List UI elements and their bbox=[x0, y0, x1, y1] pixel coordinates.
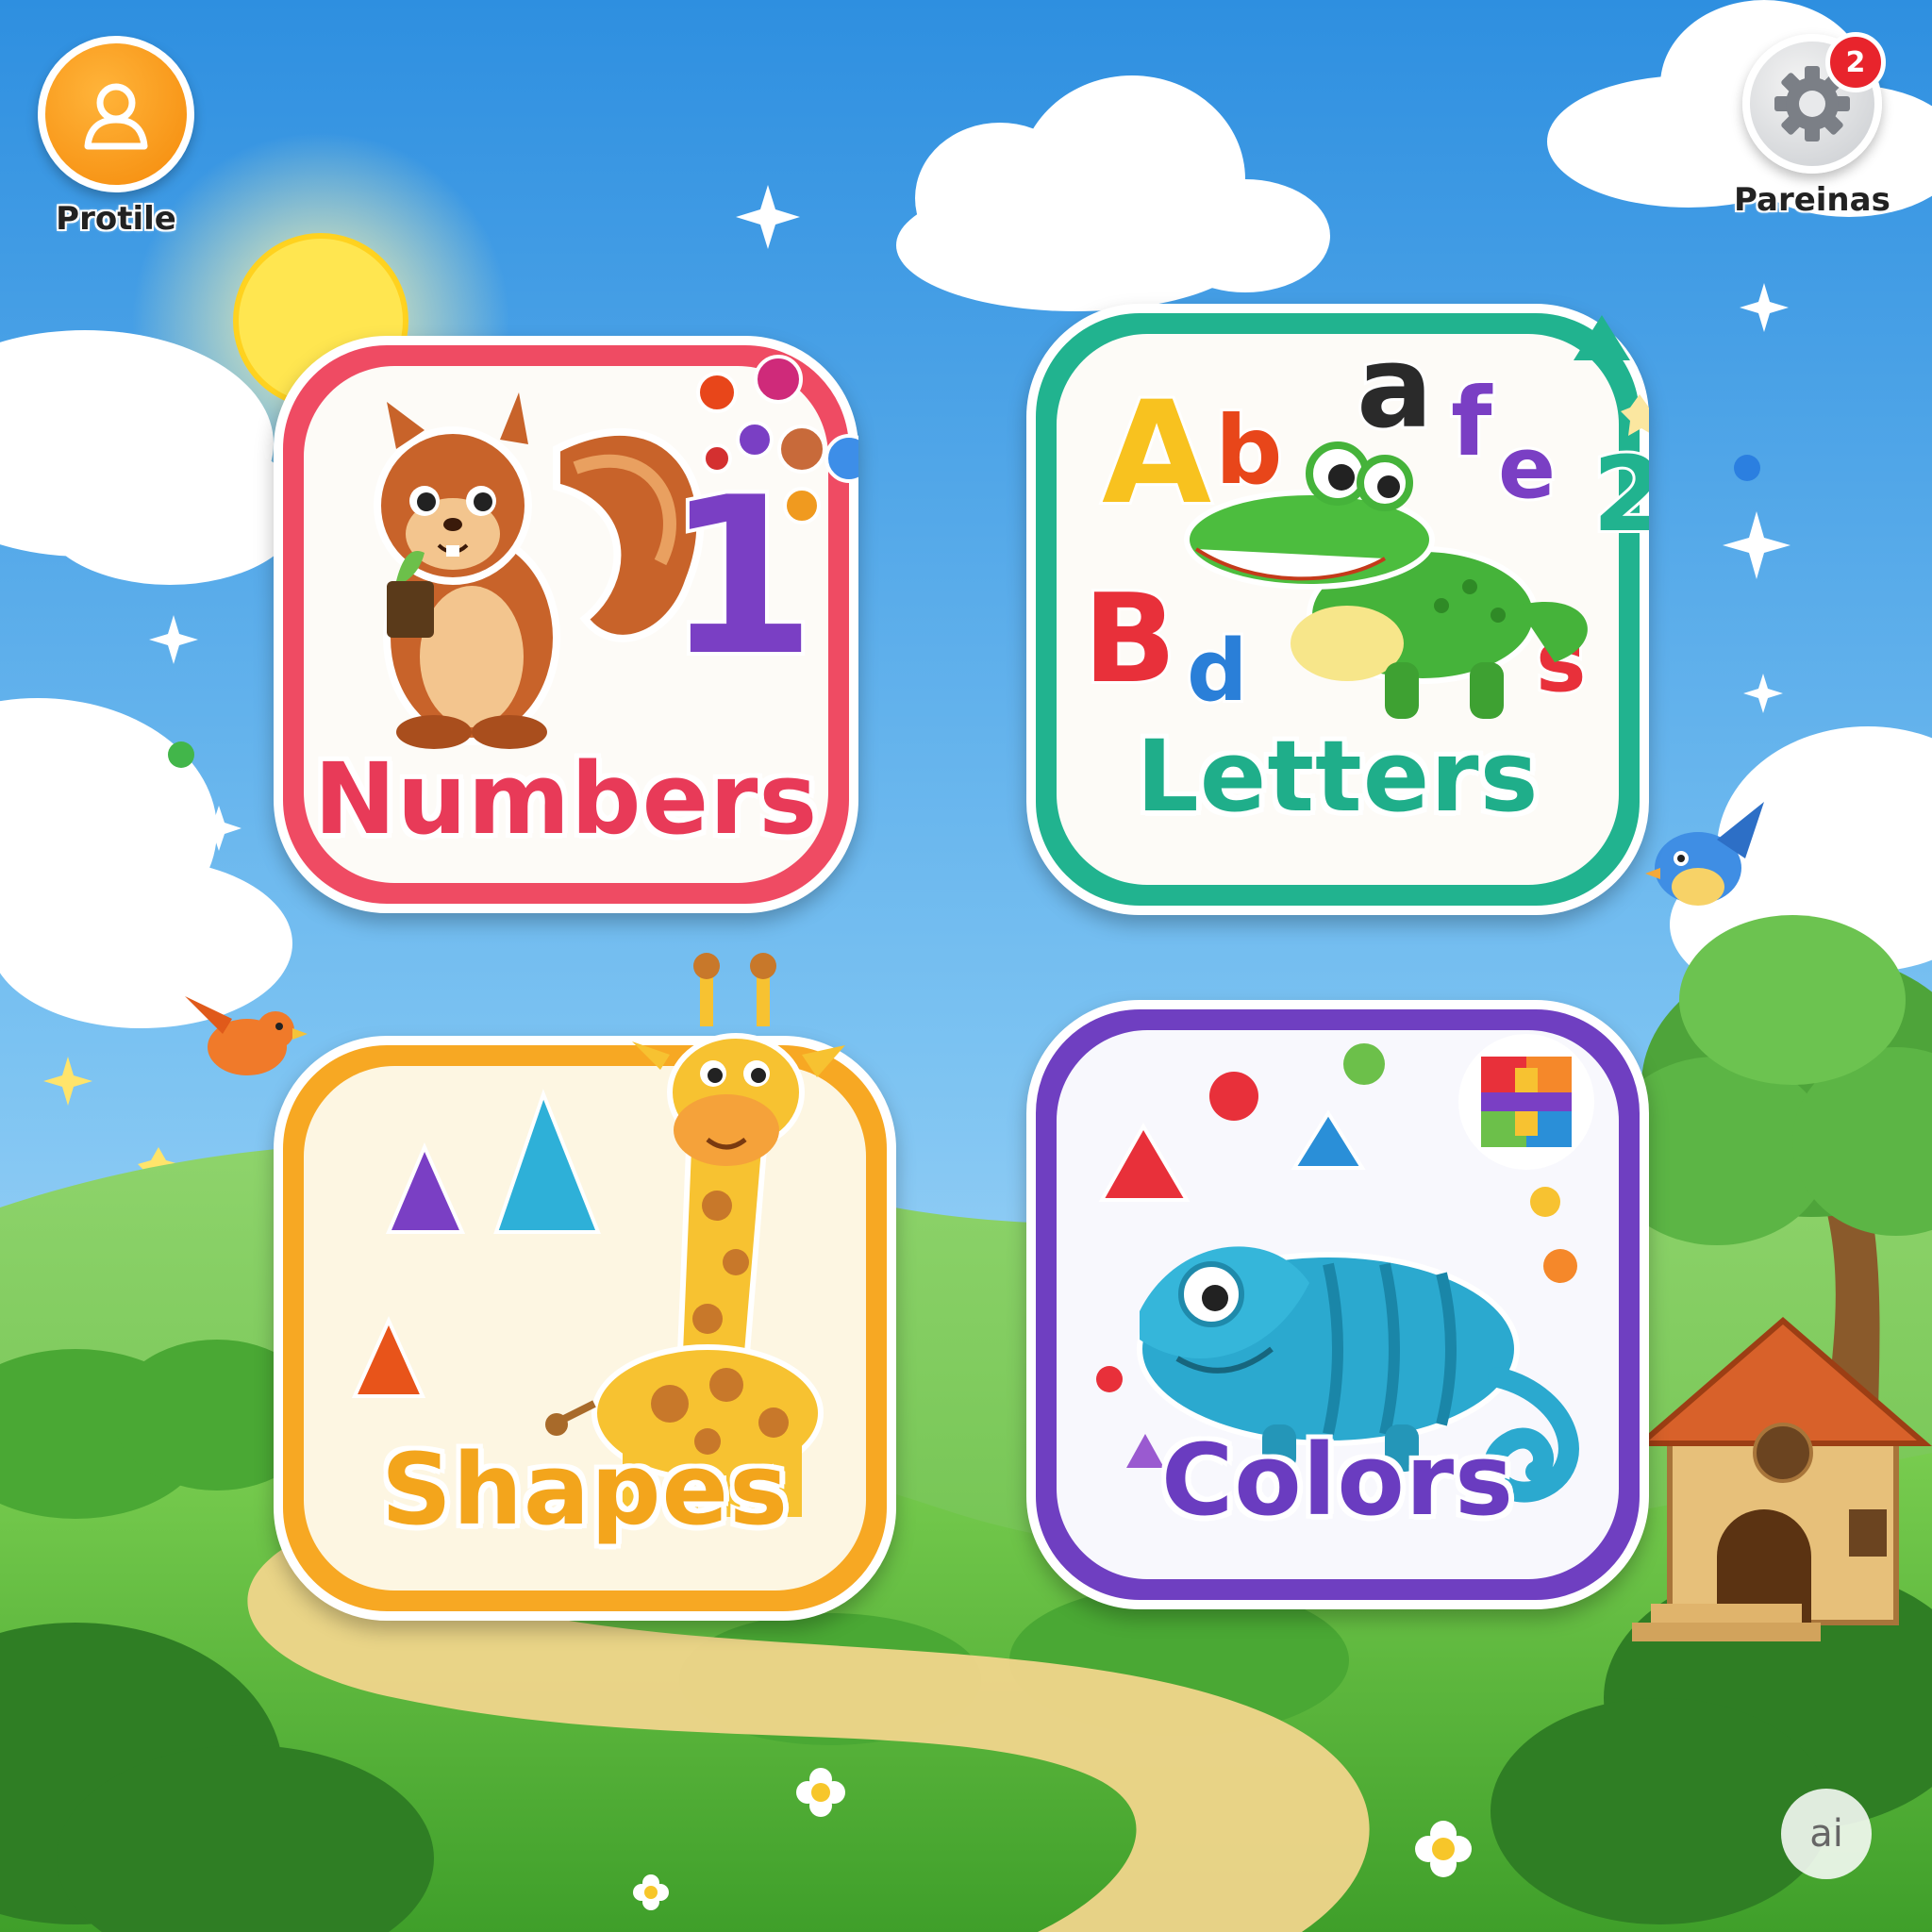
card-letters[interactable]: A b a f e 2 B d s Letters bbox=[1026, 304, 1649, 915]
background-scene bbox=[0, 0, 1932, 1932]
profile-label: Protile bbox=[56, 200, 176, 238]
user-icon bbox=[84, 83, 148, 150]
glyph-A: A bbox=[1102, 372, 1211, 536]
card-colors[interactable]: Colors bbox=[1026, 1000, 1649, 1609]
settings-label: Pareinas bbox=[1734, 181, 1890, 219]
glyph-d: d bbox=[1187, 622, 1247, 721]
settings-button[interactable]: 2 Pareinas bbox=[1734, 32, 1890, 219]
settings-circle[interactable]: 2 bbox=[1741, 32, 1886, 174]
profile-button[interactable]: Protile bbox=[38, 36, 194, 238]
glyph-e: e bbox=[1498, 419, 1556, 518]
glyph-b: b bbox=[1215, 395, 1283, 506]
card-numbers[interactable]: 1 Numbers bbox=[274, 336, 858, 913]
card-colors-title: Colors bbox=[1160, 1423, 1515, 1538]
glyph-B: B bbox=[1083, 567, 1176, 710]
notification-badge: 2 bbox=[1824, 32, 1886, 92]
color-wheel-icon bbox=[1458, 1034, 1594, 1170]
glyph-f: f bbox=[1451, 367, 1493, 477]
card-letters-title: Letters bbox=[1136, 719, 1540, 834]
ai-watermark: ai bbox=[1781, 1789, 1872, 1879]
glyph-a: a bbox=[1357, 323, 1433, 454]
profile-avatar[interactable] bbox=[38, 36, 194, 192]
card-numbers-title: Numbers bbox=[313, 741, 819, 857]
glyph-2: 2 bbox=[1592, 434, 1649, 555]
card-shapes[interactable]: Shapes bbox=[274, 953, 896, 1621]
card-shapes-title: Shapes bbox=[380, 1432, 789, 1547]
